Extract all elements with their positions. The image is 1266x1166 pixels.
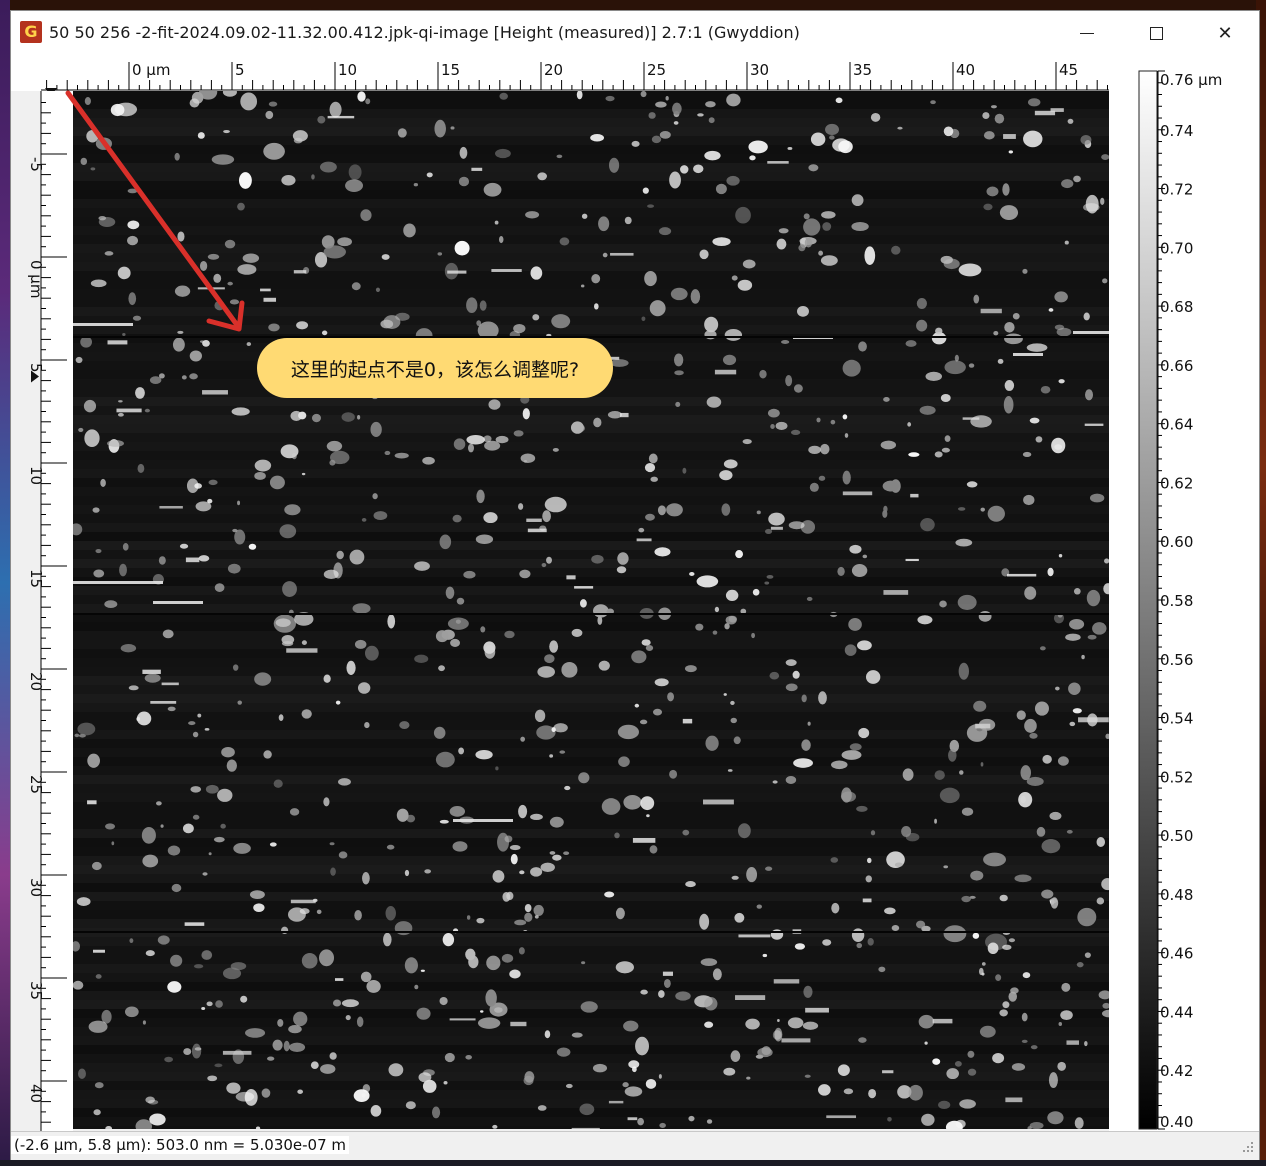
scale-label: 0.70 xyxy=(1160,239,1193,257)
h-ruler-label: 5 xyxy=(235,61,245,79)
scale-label: 0.40 xyxy=(1160,1113,1193,1131)
close-icon: ✕ xyxy=(1217,22,1233,44)
scale-label: 0.54 xyxy=(1160,710,1193,728)
h-ruler-label: 25 xyxy=(647,61,666,79)
maximize-button[interactable] xyxy=(1121,11,1191,55)
afm-height-image[interactable] xyxy=(73,91,1109,1129)
scale-label: 0.48 xyxy=(1160,886,1193,904)
v-ruler-label: 0 μm xyxy=(27,260,45,298)
h-ruler-label: 20 xyxy=(544,61,563,79)
v-ruler-label: 20 xyxy=(27,672,45,691)
annotation-text: 这里的起点不是0，该怎么调整呢? xyxy=(290,358,580,381)
scale-label: 0.60 xyxy=(1160,533,1193,551)
scale-label: 0.76 μm xyxy=(1160,71,1222,89)
desktop-taskbar-edge xyxy=(0,1160,1266,1166)
scale-label: 0.58 xyxy=(1160,592,1193,610)
scale-label: 0.68 xyxy=(1160,298,1193,316)
v-ruler-label: 40 xyxy=(27,1084,45,1103)
h-ruler-label: 40 xyxy=(956,61,975,79)
annotation-bubble: 这里的起点不是0，该怎么调整呢? xyxy=(257,338,613,398)
v-ruler-label: 35 xyxy=(27,981,45,1000)
scale-label: 0.74 xyxy=(1160,122,1193,140)
scale-label: 0.46 xyxy=(1160,945,1193,963)
scale-label: 0.64 xyxy=(1160,416,1193,434)
h-ruler-label: 35 xyxy=(853,61,872,79)
v-ruler-label: 15 xyxy=(27,569,45,588)
close-button[interactable]: ✕ xyxy=(1190,11,1260,55)
v-ruler-label: 30 xyxy=(27,878,45,897)
scale-label: 0.62 xyxy=(1160,474,1193,492)
title-bar[interactable]: G 50 50 256 -2-fit-2024.09.02-11.32.00.4… xyxy=(11,11,1259,55)
scale-label: 0.72 xyxy=(1160,181,1193,199)
horizontal-ruler: 0 μm 5 10 15 20 25 30 35 40 45 xyxy=(11,55,1141,91)
h-ruler-label: 45 xyxy=(1059,61,1078,79)
h-ruler-label: 10 xyxy=(338,61,357,79)
v-ruler-label: 10 xyxy=(27,466,45,485)
v-ruler-label: -5 xyxy=(27,157,45,172)
v-ruler-label: 25 xyxy=(27,775,45,794)
scale-label: 0.66 xyxy=(1160,357,1193,375)
gwyddion-app-icon[interactable]: G xyxy=(20,21,42,43)
maximize-icon xyxy=(1149,26,1163,40)
cursor-readout: (-2.6 μm, 5.8 μm): 503.0 nm = 5.030e-07 … xyxy=(11,1136,350,1154)
minimize-button[interactable] xyxy=(1052,11,1122,55)
vertical-ruler: -5 0 μm 5 10 15 20 25 30 35 40 xyxy=(27,91,73,1131)
scale-label: 0.50 xyxy=(1160,827,1193,845)
desktop-background-left xyxy=(0,0,10,1166)
gwyddion-data-window: G 50 50 256 -2-fit-2024.09.02-11.32.00.4… xyxy=(10,10,1260,1160)
scale-label: 0.52 xyxy=(1160,768,1193,786)
color-gradient-strip xyxy=(1138,70,1158,1130)
status-bar: (-2.6 μm, 5.8 μm): 503.0 nm = 5.030e-07 … xyxy=(11,1131,1259,1160)
scale-label: 0.56 xyxy=(1160,651,1193,669)
v-ruler-label: 5 xyxy=(27,363,45,373)
resize-grip-icon[interactable] xyxy=(1241,1140,1255,1154)
h-ruler-label: 15 xyxy=(441,61,460,79)
minimize-icon xyxy=(1080,32,1094,34)
color-scale-bar: 0.76 μm 0.74 0.72 0.70 0.68 0.66 0.64 0.62 0.60 0… xyxy=(1109,55,1259,1131)
h-ruler-label: 30 xyxy=(750,61,769,79)
afm-image-canvas[interactable] xyxy=(73,91,1109,1129)
h-ruler-label: 0 μm xyxy=(132,61,170,79)
scale-label: 0.42 xyxy=(1160,1062,1193,1080)
scale-label: 0.44 xyxy=(1160,1003,1193,1021)
window-title: 50 50 256 -2-fit-2024.09.02-11.32.00.412… xyxy=(49,23,800,42)
